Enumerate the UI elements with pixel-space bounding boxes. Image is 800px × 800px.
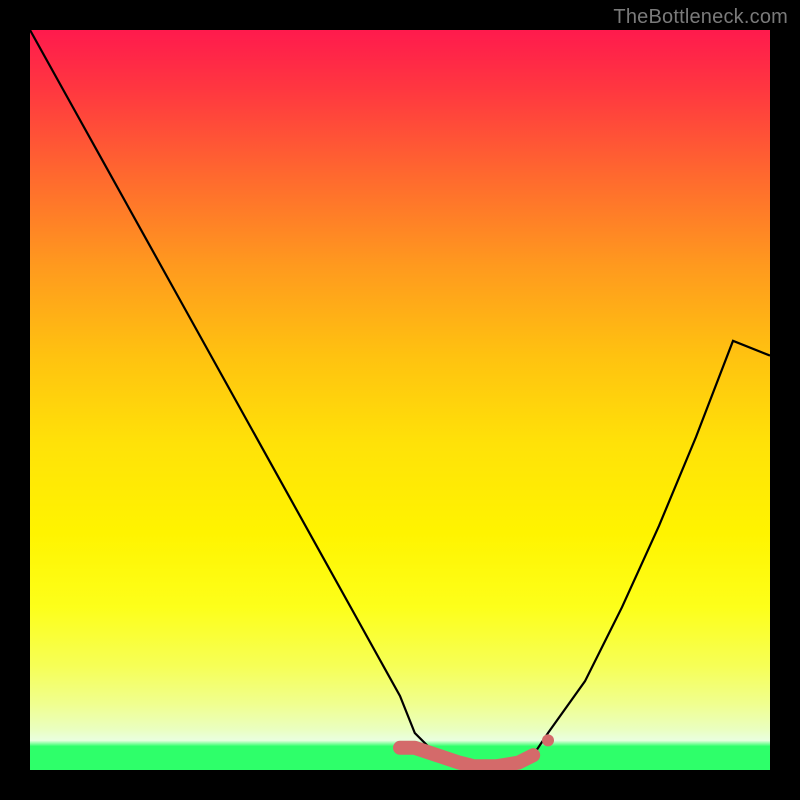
curve-line [30,30,770,766]
watermark-label: TheBottleneck.com [613,6,788,29]
bottom-highlight [400,748,533,767]
highlight-dot [542,734,554,746]
chart-svg [30,30,770,770]
chart-container: TheBottleneck.com [0,0,800,800]
plot-area [30,30,770,770]
